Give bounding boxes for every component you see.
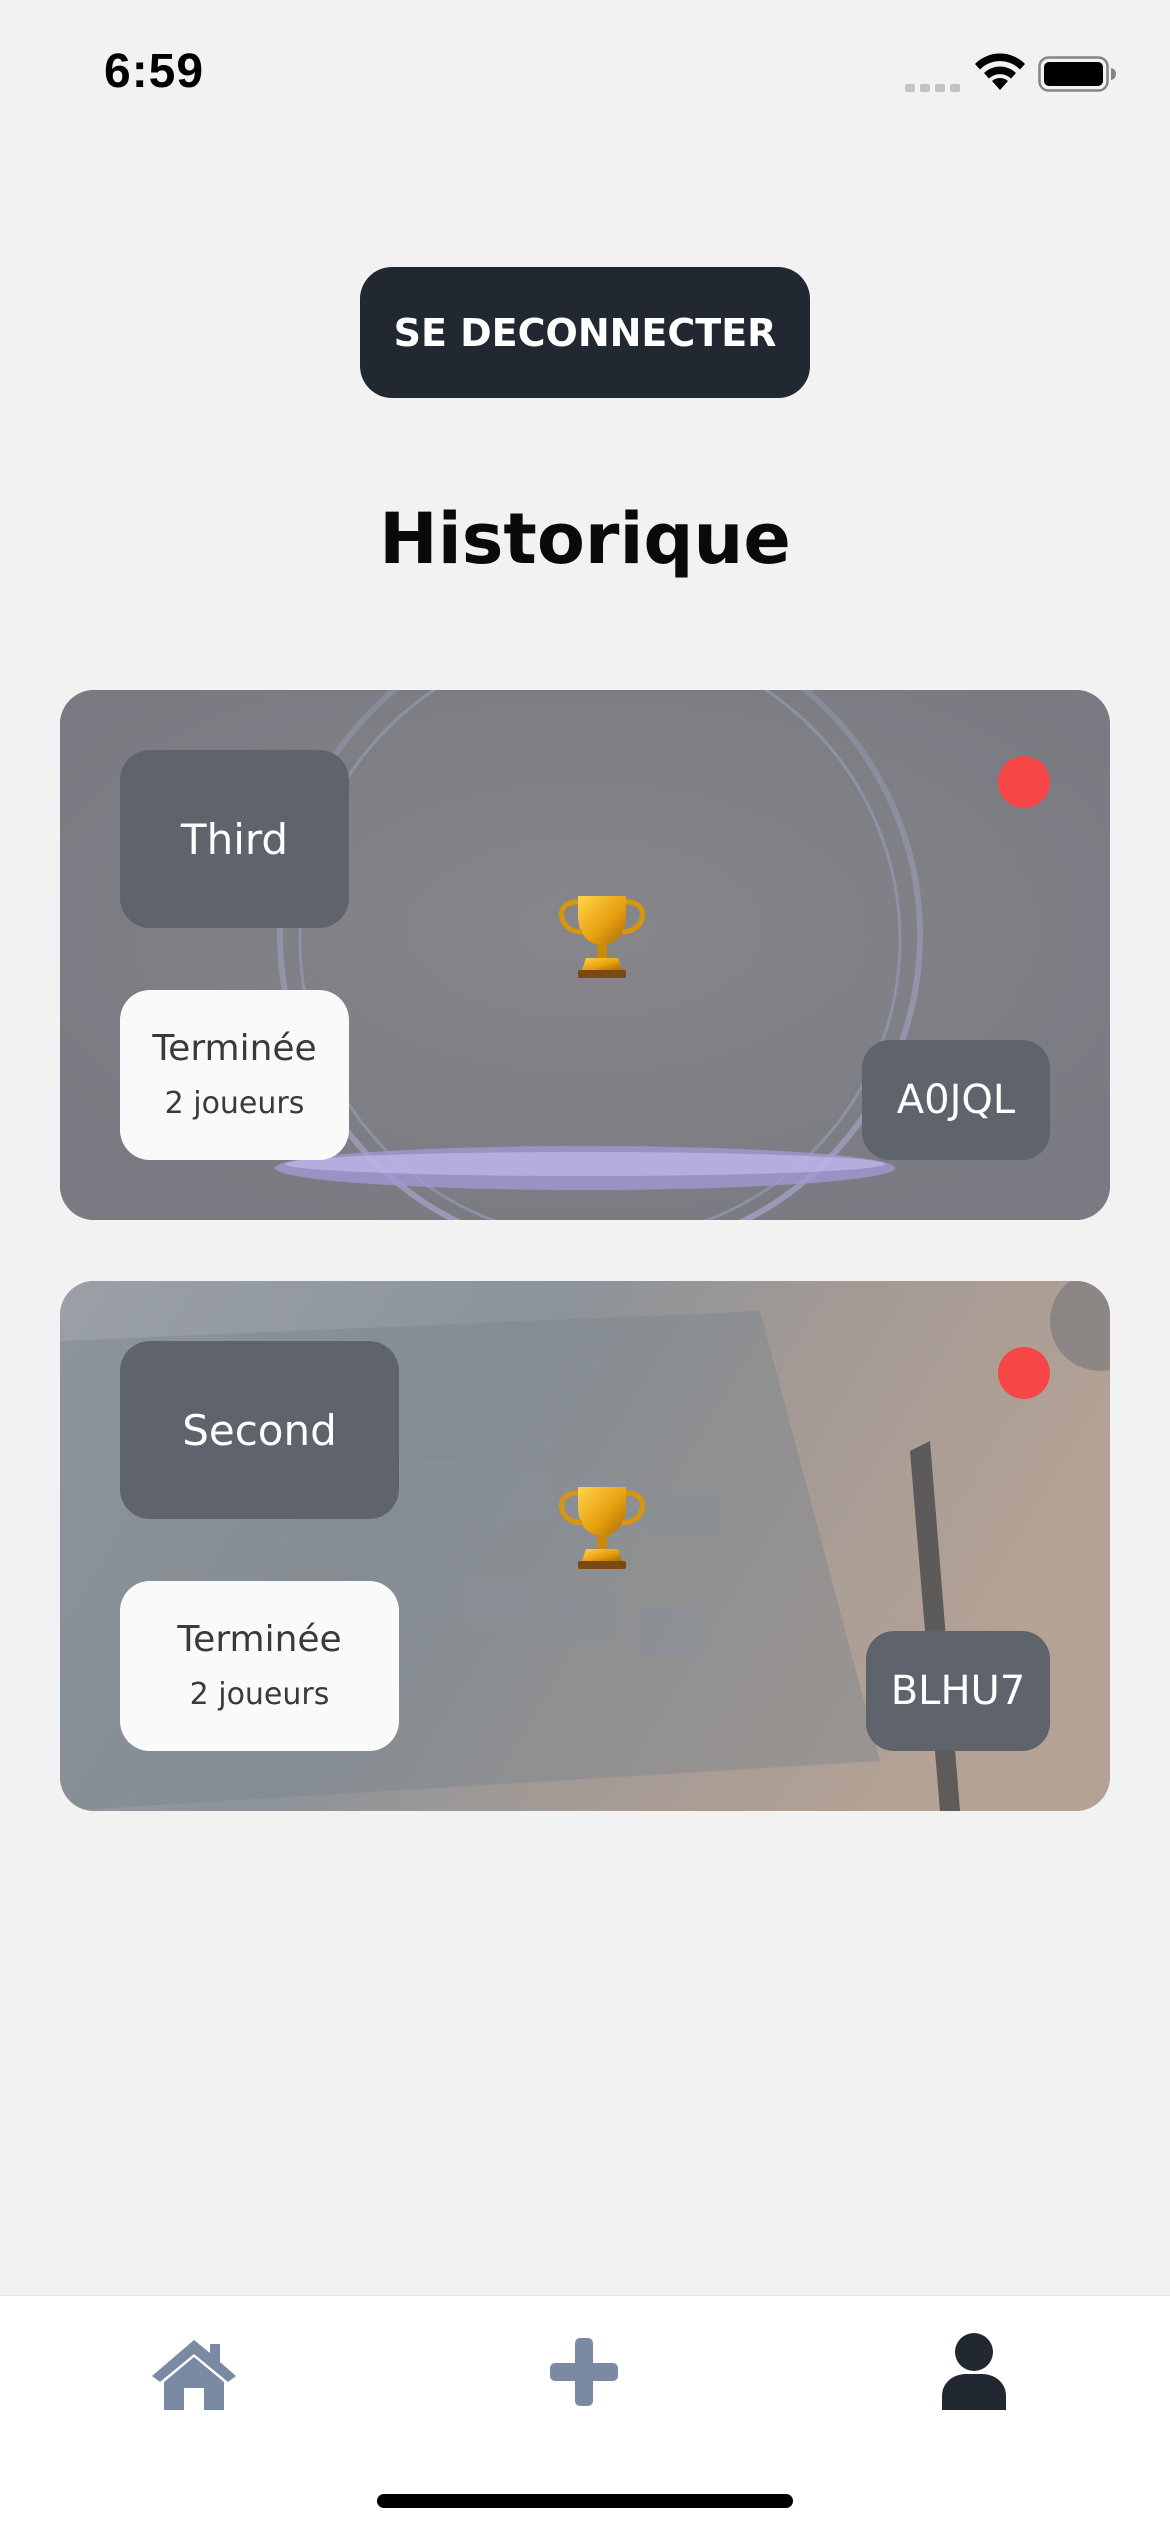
- home-icon[interactable]: [150, 2336, 238, 2412]
- game-code-badge: A0JQL: [862, 1040, 1050, 1160]
- plus-icon[interactable]: [548, 2336, 620, 2408]
- page-title: Historique: [379, 498, 791, 580]
- game-status-badge: Terminée 2 joueurs: [120, 990, 349, 1160]
- status-dot: [998, 1347, 1050, 1399]
- game-players-text: 2 joueurs: [164, 1086, 305, 1121]
- game-status-badge: Terminée 2 joueurs: [120, 1581, 399, 1751]
- logout-button[interactable]: SE DECONNECTER: [360, 267, 810, 398]
- game-players-text: 2 joueurs: [189, 1677, 330, 1712]
- trophy-icon: [559, 1487, 645, 1569]
- game-card[interactable]: Third Terminée 2 joueurs A0JQL: [60, 690, 1110, 1220]
- cellular-signal-icon: [905, 84, 960, 92]
- game-name-badge: Third: [120, 750, 349, 928]
- user-icon[interactable]: [940, 2332, 1008, 2412]
- game-card[interactable]: Second Terminée 2 joueurs BLHU7: [60, 1281, 1110, 1811]
- game-code-badge: BLHU7: [866, 1631, 1050, 1751]
- home-indicator[interactable]: [377, 2494, 793, 2508]
- game-status-text: Terminée: [152, 1028, 317, 1069]
- status-time: 6:59: [104, 45, 205, 98]
- status-bar: 6:59: [0, 0, 1170, 140]
- battery-icon: [1038, 56, 1116, 92]
- trophy-icon: [559, 896, 645, 978]
- game-status-text: Terminée: [177, 1619, 342, 1660]
- tab-bar: [0, 2295, 1170, 2533]
- game-name-badge: Second: [120, 1341, 399, 1519]
- status-dot: [998, 756, 1050, 808]
- wifi-icon: [975, 53, 1025, 90]
